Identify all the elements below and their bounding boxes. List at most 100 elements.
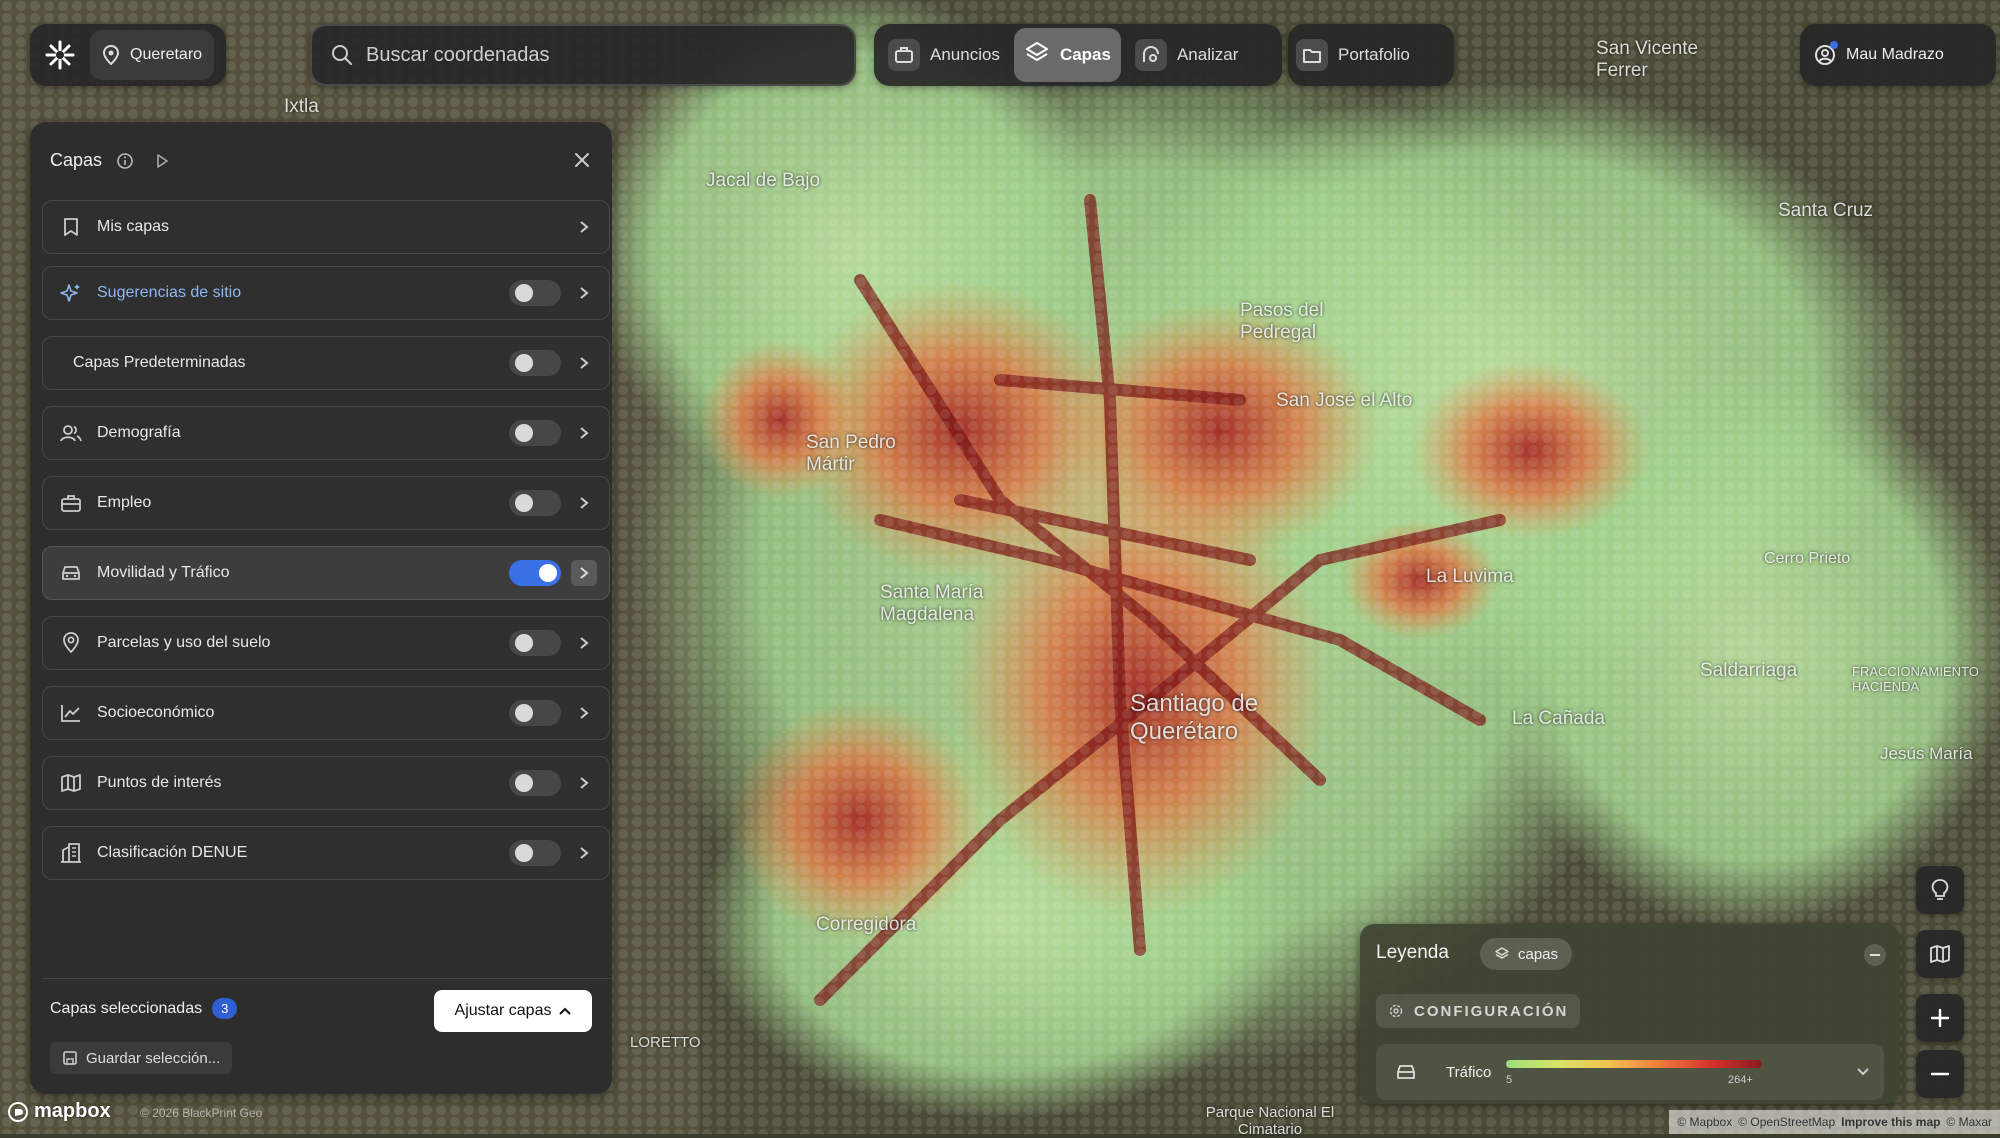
- layer-row-parcelas[interactable]: Parcelas y uso del suelo: [42, 616, 610, 670]
- info-icon[interactable]: [116, 152, 134, 170]
- building-icon: [57, 839, 85, 867]
- nav-anuncios-button[interactable]: Anuncios: [878, 28, 1010, 82]
- map-style-button[interactable]: [1916, 930, 1964, 978]
- legend-config-label: CONFIGURACIÓN: [1414, 1002, 1569, 1020]
- save-icon: [63, 1051, 77, 1065]
- chevron-right-icon[interactable]: [571, 560, 597, 586]
- plus-icon: [1930, 1008, 1950, 1028]
- traffic-scale-min: 5: [1506, 1074, 1513, 1086]
- nav-analizar-button[interactable]: Analizar: [1125, 28, 1248, 82]
- chevron-up-icon: [559, 1007, 572, 1015]
- attribution-mapbox[interactable]: © Mapbox: [1677, 1115, 1732, 1129]
- layer-row-label: Clasificación DENUE: [97, 844, 248, 861]
- users-icon: [57, 419, 85, 447]
- portfolio-button[interactable]: Portafolio: [1288, 24, 1454, 86]
- selected-layers-summary: Capas seleccionadas 3: [50, 998, 238, 1019]
- layer-toggle[interactable]: [509, 700, 561, 726]
- layer-toggle[interactable]: [509, 280, 561, 306]
- layer-row-label: Capas Predeterminadas: [73, 354, 246, 371]
- location-label: Queretaro: [130, 46, 203, 63]
- layer-row-predeterminadas[interactable]: Capas Predeterminadas: [42, 336, 610, 390]
- briefcase-icon: [57, 489, 85, 517]
- legend-chip-label: capas: [1518, 945, 1559, 963]
- legend-traffic-row[interactable]: Tráfico 5 264+: [1376, 1044, 1884, 1100]
- selected-layers-label: Capas seleccionadas: [50, 999, 203, 1017]
- adjust-layers-label: Ajustar capas: [454, 1002, 552, 1019]
- layers-icon: [1495, 947, 1509, 959]
- tips-button[interactable]: [1916, 866, 1964, 914]
- chart-line-icon: [57, 699, 85, 727]
- user-name: Mau Madrazo: [1846, 46, 1944, 63]
- search-input[interactable]: Buscar coordenadas: [366, 44, 549, 67]
- layer-row-mis-capas[interactable]: Mis capas: [42, 200, 610, 254]
- legend-config-button[interactable]: CONFIGURACIÓN: [1376, 994, 1581, 1028]
- layer-row-label: Movilidad y Tráfico: [97, 564, 230, 581]
- layer-row-label: Demografía: [97, 424, 181, 441]
- pin-icon: [57, 629, 85, 657]
- chevron-right-icon[interactable]: [571, 700, 597, 726]
- layer-toggle[interactable]: [509, 490, 561, 516]
- layer-row-label: Parcelas y uso del suelo: [97, 634, 271, 651]
- app-logo-icon[interactable]: [30, 24, 90, 86]
- folder-icon: [1296, 39, 1328, 71]
- chevron-right-icon[interactable]: [571, 630, 597, 656]
- legend-layers-chip[interactable]: capas: [1480, 938, 1573, 970]
- map-legend: Leyenda capas CONFIGURACIÓN Tráfico 5 26…: [1360, 924, 1900, 1104]
- main-nav: Anuncios Capas Analizar: [874, 24, 1282, 86]
- lightbulb-icon: [1931, 879, 1949, 900]
- nav-capas-label: Capas: [1059, 45, 1111, 64]
- briefcase-icon: [888, 39, 920, 71]
- layer-row-sugerencias[interactable]: Sugerencias de sitio: [42, 266, 610, 320]
- panel-title: Capas: [50, 150, 103, 170]
- mapbox-logo[interactable]: mapbox: [8, 1100, 111, 1123]
- attribution-improve[interactable]: Improve this map: [1841, 1115, 1940, 1129]
- layer-row-label: Empleo: [97, 494, 152, 511]
- minimize-legend-button[interactable]: [1864, 944, 1886, 966]
- layers-panel: Capas Mis capas Sugerencias de sitio Cap…: [30, 122, 612, 1094]
- layer-row-puntos-interes[interactable]: Puntos de interés: [42, 756, 610, 810]
- layer-toggle[interactable]: [509, 630, 561, 656]
- layer-toggle[interactable]: [509, 350, 561, 376]
- zoom-out-button[interactable]: [1916, 1050, 1964, 1098]
- save-selection-label: Guardar selección...: [86, 1049, 221, 1067]
- attribution-osm[interactable]: © OpenStreetMap: [1738, 1115, 1835, 1129]
- map-icon: [57, 769, 85, 797]
- map-icon: [1930, 945, 1950, 963]
- play-icon[interactable]: [154, 153, 170, 169]
- chevron-right-icon[interactable]: [571, 214, 597, 240]
- mapbox-icon: [8, 1101, 28, 1122]
- adjust-layers-button[interactable]: Ajustar capas: [434, 990, 592, 1032]
- logo-location-bar: Queretaro: [30, 24, 226, 86]
- layer-row-empleo[interactable]: Empleo: [42, 476, 610, 530]
- layer-row-denue[interactable]: Clasificación DENUE: [42, 826, 610, 880]
- layer-row-demografia[interactable]: Demografía: [42, 406, 610, 460]
- chevron-right-icon[interactable]: [571, 770, 597, 796]
- gear-icon: [1389, 1004, 1403, 1018]
- chevron-right-icon[interactable]: [571, 350, 597, 376]
- chevron-down-icon[interactable]: [1856, 1067, 1870, 1077]
- traffic-color-scale: [1506, 1060, 1762, 1068]
- layer-row-socioeconomico[interactable]: Socioeconómico: [42, 686, 610, 740]
- coordinate-search[interactable]: Buscar coordenadas: [310, 24, 856, 86]
- layer-toggle[interactable]: [509, 840, 561, 866]
- analyze-icon: [1134, 39, 1167, 71]
- chevron-right-icon[interactable]: [571, 840, 597, 866]
- chevron-right-icon[interactable]: [571, 280, 597, 306]
- layer-row-movilidad[interactable]: Movilidad y Tráfico: [42, 546, 610, 600]
- user-menu[interactable]: Mau Madrazo: [1800, 24, 1996, 86]
- chevron-right-icon[interactable]: [571, 490, 597, 516]
- chevron-right-icon[interactable]: [571, 420, 597, 446]
- layer-toggle[interactable]: [509, 420, 561, 446]
- attribution-maxar[interactable]: © Maxar: [1946, 1115, 1992, 1129]
- zoom-in-button[interactable]: [1916, 994, 1964, 1042]
- location-selector[interactable]: Queretaro: [90, 30, 215, 80]
- layer-toggle[interactable]: [509, 560, 561, 586]
- nav-anuncios-label: Anuncios: [930, 45, 1000, 64]
- layer-toggle[interactable]: [509, 770, 561, 796]
- nav-capas-button[interactable]: Capas: [1013, 28, 1121, 82]
- layer-row-label: Sugerencias de sitio: [97, 284, 242, 301]
- save-selection-button[interactable]: Guardar selección...: [50, 1042, 233, 1074]
- user-avatar-icon: [1814, 41, 1838, 66]
- mapbox-wordmark: mapbox: [34, 1100, 111, 1122]
- close-panel-button[interactable]: [564, 142, 600, 178]
